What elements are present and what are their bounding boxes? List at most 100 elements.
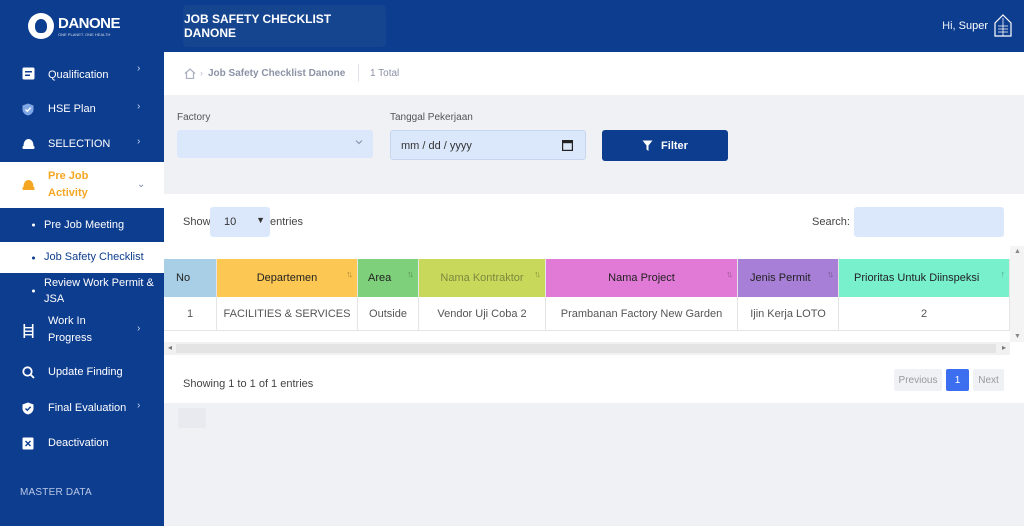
chevron-down-icon bbox=[355, 140, 363, 145]
sidebar-item-selection[interactable]: SELECTION › bbox=[0, 127, 164, 161]
brand-name: DANONE bbox=[58, 14, 121, 32]
check-shield-icon bbox=[21, 401, 35, 415]
sidebar-item-label: Deactivation bbox=[48, 437, 109, 449]
page-title: JOB SAFETY CHECKLIST DANONE bbox=[184, 6, 385, 46]
scroll-left-icon[interactable]: ◂ bbox=[168, 343, 172, 352]
sidebar-item-qualification[interactable]: Qualification › bbox=[0, 58, 164, 92]
chevron-down-icon: ▼ bbox=[256, 215, 265, 225]
sidebar-item-pre-job-activity[interactable]: Pre Job Activity ⌄ bbox=[0, 162, 164, 208]
danone-logo-icon bbox=[28, 13, 54, 39]
scroll-right-icon[interactable]: ▸ bbox=[1002, 343, 1006, 352]
page-background bbox=[164, 403, 1024, 526]
column-header-label: Area bbox=[368, 272, 392, 284]
ladder-icon bbox=[21, 324, 35, 338]
helmet-icon bbox=[21, 178, 35, 192]
sidebar-item-label: Qualification bbox=[48, 69, 109, 81]
sidebar: DANONE ONE PLANET. ONE HEALTH Qualificat… bbox=[0, 0, 164, 526]
breadcrumb: › Job Safety Checklist Danone 1 Total bbox=[164, 52, 1024, 95]
shield-check-icon bbox=[21, 102, 35, 116]
bullet-icon bbox=[32, 223, 35, 227]
sort-icon: ↑↓ bbox=[827, 269, 834, 279]
sidebar-subitem-label: Review Work Permit & JSA bbox=[44, 277, 154, 305]
column-header-label: Departemen bbox=[256, 272, 318, 284]
username: Super bbox=[958, 20, 988, 32]
entries-label: entries bbox=[270, 216, 304, 228]
breadcrumb-separator: › bbox=[200, 68, 203, 78]
sidebar-subitem-job-safety-checklist[interactable]: Job Safety Checklist bbox=[0, 242, 164, 273]
sidebar-item-update-finding[interactable]: Update Finding bbox=[0, 356, 164, 390]
page-length-select[interactable]: 10 ▼ bbox=[210, 207, 270, 237]
brand-tagline: ONE PLANET. ONE HEALTH bbox=[58, 31, 111, 37]
date-label: Tanggal Pekerjaan bbox=[390, 112, 473, 123]
filter-button-label: Filter bbox=[661, 139, 688, 152]
sidebar-subitem-review-work-permit[interactable]: Review Work Permit & JSA bbox=[0, 273, 164, 309]
sidebar-item-label: Final Evaluation bbox=[48, 402, 127, 414]
column-header-label: No bbox=[176, 272, 191, 284]
column-header-label: Prioritas Untuk Diinspeksi bbox=[854, 272, 980, 284]
sidebar-item-label: HSE Plan bbox=[48, 103, 96, 115]
scrollbar-thumb[interactable] bbox=[176, 344, 996, 353]
table-info: Showing 1 to 1 of 1 entries bbox=[183, 378, 314, 390]
sidebar-item-label: Work In Progress bbox=[48, 315, 93, 344]
x-box-icon bbox=[21, 436, 35, 450]
page-length-value: 10 bbox=[224, 216, 237, 228]
calendar-icon[interactable] bbox=[562, 139, 573, 151]
column-header-jenis-permit[interactable]: Jenis Permit ↑↓ bbox=[738, 259, 839, 297]
table-cell: Outside bbox=[358, 297, 419, 331]
previous-page-button[interactable]: Previous bbox=[894, 369, 942, 391]
breadcrumb-title[interactable]: Job Safety Checklist Danone bbox=[208, 68, 345, 79]
date-input[interactable]: mm / dd / yyyy bbox=[390, 130, 586, 160]
factory-select[interactable] bbox=[177, 130, 373, 158]
sort-icon: ↑↓ bbox=[534, 269, 541, 279]
sort-icon: ↑↓ bbox=[346, 269, 353, 279]
table-cell: 2 bbox=[839, 297, 1010, 331]
placeholder-chip bbox=[178, 408, 206, 428]
column-header-nama-kontraktor[interactable]: Nama Kontraktor ↑↓ bbox=[419, 259, 546, 297]
page-button[interactable]: 1 bbox=[946, 369, 969, 391]
filter-icon bbox=[642, 140, 653, 151]
bullet-icon bbox=[32, 289, 35, 293]
vertical-scrollbar[interactable]: ▲ ▼ bbox=[1010, 246, 1024, 342]
sort-icon: ↑↓ bbox=[726, 269, 733, 279]
show-label: Show bbox=[183, 216, 211, 228]
chevron-down-icon: ⌄ bbox=[137, 179, 146, 190]
scroll-up-icon[interactable]: ▲ bbox=[1014, 248, 1021, 255]
user-avatar-icon[interactable] bbox=[993, 14, 1013, 38]
sidebar-item-final-evaluation[interactable]: Final Evaluation › bbox=[0, 391, 164, 425]
home-icon[interactable] bbox=[184, 68, 196, 79]
clipboard-icon bbox=[21, 66, 35, 80]
sidebar-section-label: MASTER DATA bbox=[20, 487, 92, 498]
horizontal-scrollbar[interactable]: ◂ ▸ bbox=[164, 342, 1010, 355]
filter-button[interactable]: Filter bbox=[602, 130, 728, 161]
column-header-label: Nama Kontraktor bbox=[440, 272, 524, 284]
sidebar-item-label: Update Finding bbox=[48, 366, 123, 378]
column-header-area[interactable]: Area ↑↓ bbox=[358, 259, 419, 297]
sidebar-item-hse-plan[interactable]: HSE Plan › bbox=[0, 92, 164, 126]
sort-icon: ↑↓ bbox=[407, 269, 414, 279]
chevron-right-icon: › bbox=[137, 136, 141, 147]
chevron-right-icon: › bbox=[137, 101, 141, 112]
column-header-nama-project[interactable]: Nama Project ↑↓ bbox=[546, 259, 738, 297]
column-header-prioritas[interactable]: Prioritas Untuk Diinspeksi ↑ bbox=[839, 259, 1010, 297]
search-label: Search: bbox=[812, 216, 850, 228]
search-icon bbox=[21, 365, 35, 379]
column-header-departemen[interactable]: Departemen ↑↓ bbox=[217, 259, 358, 297]
brand-logo[interactable]: DANONE ONE PLANET. ONE HEALTH bbox=[0, 0, 164, 52]
factory-label: Factory bbox=[177, 112, 211, 123]
next-page-button[interactable]: Next bbox=[973, 369, 1004, 391]
sidebar-subitem-label: Pre Job Meeting bbox=[44, 219, 125, 231]
chevron-right-icon: › bbox=[137, 323, 141, 334]
sidebar-item-deactivation[interactable]: Deactivation bbox=[0, 426, 164, 460]
scroll-down-icon[interactable]: ▼ bbox=[1014, 333, 1021, 340]
chevron-right-icon: › bbox=[137, 400, 141, 411]
sidebar-item-work-in-progress[interactable]: Work In Progress › bbox=[0, 312, 164, 350]
sidebar-subitem-pre-job-meeting[interactable]: Pre Job Meeting bbox=[0, 208, 164, 242]
column-header-label: Jenis Permit bbox=[750, 272, 811, 284]
bullet-icon bbox=[32, 256, 35, 259]
table-cell: 1 bbox=[164, 297, 217, 331]
user-greeting[interactable]: Hi, Super bbox=[942, 20, 988, 32]
total-count: 1 Total bbox=[370, 68, 400, 79]
table-cell: Vendor Uji Coba 2 bbox=[419, 297, 546, 331]
column-header-no[interactable]: No bbox=[164, 259, 217, 297]
search-input[interactable] bbox=[854, 207, 1004, 237]
